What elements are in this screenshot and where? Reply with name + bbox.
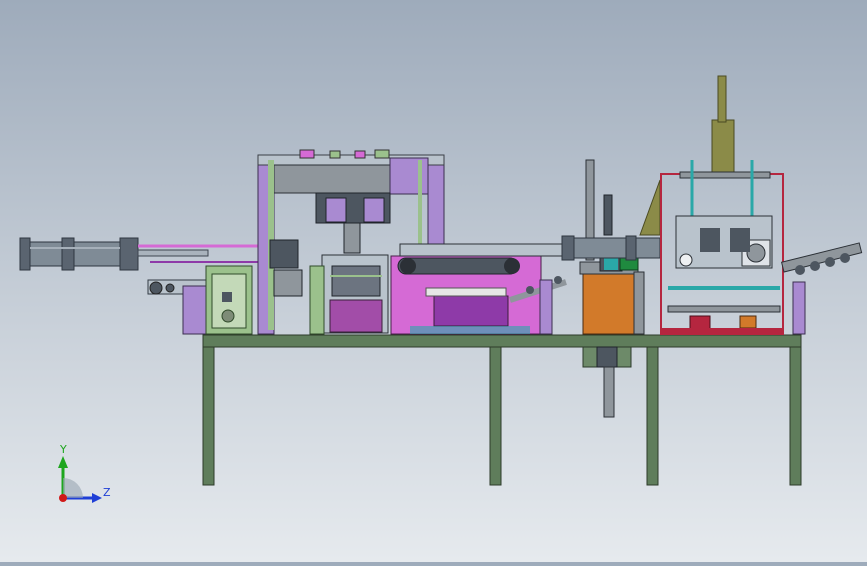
left-feeder (147, 265, 253, 335)
left-support (309, 265, 325, 335)
table-top-beam (202, 334, 802, 348)
y-axis-arrow (58, 456, 68, 468)
chain-sprocket (504, 258, 520, 274)
top-bracket (299, 149, 315, 159)
exit-roller (810, 261, 820, 271)
press-bed (329, 299, 383, 333)
top-bracket (374, 149, 390, 159)
teal-rail (668, 286, 780, 290)
conveyor-top-rail (399, 243, 571, 257)
z-axis-arrow (92, 493, 102, 503)
cross-bar (667, 305, 781, 313)
feeder-roller (165, 283, 175, 293)
conveyor-feet (410, 326, 530, 334)
x-axis-dot (59, 494, 67, 502)
left-cylinder (19, 237, 258, 271)
cylinder-right (563, 237, 661, 259)
cylinder-rod (137, 249, 209, 257)
small-bracket (222, 292, 232, 302)
right-station (660, 75, 863, 335)
table-leg (789, 346, 802, 486)
lower-actuator (596, 346, 618, 368)
top-cylinder-rod (717, 75, 727, 123)
table-leg (646, 346, 659, 486)
orange-unit (561, 159, 661, 418)
table-frame (202, 334, 802, 486)
conveyor-stand (539, 279, 553, 335)
chain-conveyor (390, 243, 571, 335)
ramp-roller (554, 276, 562, 284)
base-plate (662, 328, 784, 334)
housing-knob (221, 309, 235, 323)
z-axis-label: Z (103, 486, 111, 499)
lower-actuator-rod (603, 366, 615, 418)
exit-roller (840, 253, 850, 263)
table-leg (489, 346, 502, 486)
press-inner (363, 197, 385, 223)
cylinder-cap (119, 237, 139, 271)
cylinder-cap (61, 237, 75, 271)
orange-housing (582, 271, 636, 335)
cad-viewport[interactable]: Y Z (0, 0, 867, 562)
assembly-drawing: Y Z (19, 75, 863, 503)
conveyor-window (433, 295, 509, 327)
gantry-head-side (389, 157, 429, 195)
vertical-post-small (603, 194, 613, 236)
press-spindle (343, 222, 361, 254)
ramp-roller (526, 286, 534, 294)
cylinder-right-cap (561, 235, 575, 261)
gear-box-block (700, 228, 720, 252)
top-bracket (354, 150, 366, 159)
press-die (331, 265, 381, 297)
press-inner (325, 197, 347, 223)
coordinate-triad: Y Z (58, 443, 111, 503)
cylinder-cap (19, 237, 31, 271)
table-leg (202, 346, 215, 486)
olive-wedge (639, 179, 661, 236)
exit-roller (825, 257, 835, 267)
press-clamp-plate (273, 269, 303, 297)
chain-sprocket (400, 258, 416, 274)
teal-block (604, 258, 618, 270)
gear (679, 253, 693, 267)
exit-post (792, 281, 806, 335)
press-clamp (269, 239, 299, 269)
gear-box-block (730, 228, 750, 252)
lower-block (739, 315, 757, 329)
gantry-column (427, 157, 445, 259)
conveyor-slider (425, 287, 507, 297)
cylinder-right-cap (625, 235, 637, 261)
feeder-base (182, 285, 209, 335)
gantry-head (273, 164, 391, 194)
feeder-roller (149, 281, 163, 295)
y-axis-label: Y (59, 443, 67, 456)
triad-plane (63, 478, 83, 498)
central-press (269, 192, 391, 335)
orange-side (633, 271, 645, 335)
exit-roller (795, 265, 805, 275)
top-bracket (329, 150, 341, 159)
top-cylinder (711, 119, 735, 175)
